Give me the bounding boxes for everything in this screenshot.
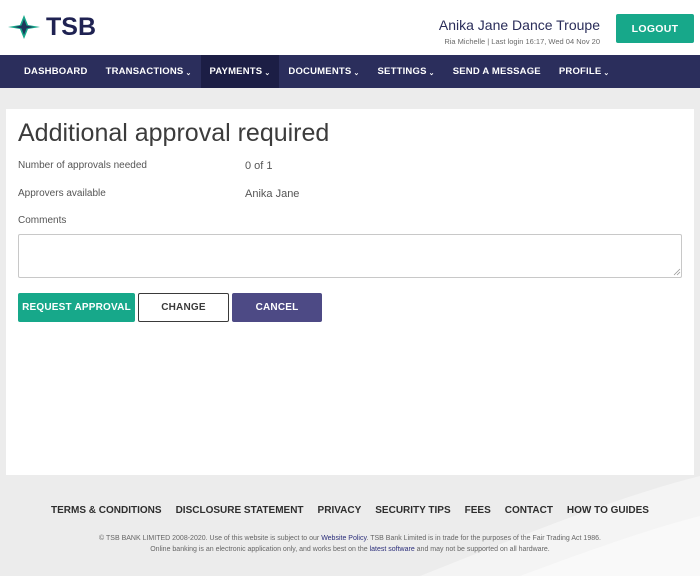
nav-item-label: SETTINGS: [377, 66, 427, 77]
latest-software-link[interactable]: latest software: [370, 546, 415, 553]
tsb-star-icon: [8, 15, 40, 39]
account-info: Anika Jane Dance Troupe Ria Michelle | L…: [439, 17, 600, 46]
change-button[interactable]: CHANGE: [138, 293, 229, 322]
footer-link-terms-conditions[interactable]: TERMS & CONDITIONS: [44, 505, 169, 516]
approvers-label: Approvers available: [18, 188, 106, 199]
chevron-down-icon: ⌄: [353, 69, 360, 77]
nav-item-label: SEND A MESSAGE: [452, 66, 541, 77]
footer-link-privacy[interactable]: PRIVACY: [311, 505, 369, 516]
nav-item-label: DASHBOARD: [24, 66, 88, 77]
nav-item-label: DOCUMENTS: [288, 66, 352, 77]
cancel-button[interactable]: CANCEL: [232, 293, 322, 322]
resize-grip-icon[interactable]: [673, 268, 681, 276]
chevron-down-icon: ⌄: [603, 69, 610, 77]
nav-item-transactions[interactable]: TRANSACTIONS ⌄: [97, 55, 201, 88]
legal-text: Online banking is an electronic applicat…: [150, 546, 370, 553]
tsb-logo[interactable]: TSB: [6, 12, 96, 42]
request-approval-button[interactable]: REQUEST APPROVAL: [18, 293, 135, 322]
nav-item-label: PAYMENTS: [209, 66, 263, 77]
footer-legal: © TSB BANK LIMITED 2008-2020. Use of thi…: [0, 533, 700, 555]
chevron-down-icon: ⌄: [264, 69, 271, 77]
chevron-down-icon: ⌄: [185, 69, 192, 77]
comments-label: Comments: [18, 215, 67, 226]
approvals-needed-value: 0 of 1: [245, 160, 273, 172]
nav-item-profile[interactable]: PROFILE ⌄: [550, 55, 619, 88]
footer-link-how-to-guides[interactable]: HOW TO GUIDES: [560, 505, 656, 516]
approvers-value: Anika Jane: [245, 188, 300, 200]
nav-item-label: TRANSACTIONS: [105, 66, 184, 77]
chevron-down-icon: ⌄: [428, 69, 435, 77]
legal-text: © TSB BANK LIMITED 2008-2020. Use of thi…: [99, 535, 322, 542]
header: TSB Anika Jane Dance Troupe Ria Michelle…: [0, 0, 700, 55]
nav-item-dashboard[interactable]: DASHBOARD: [15, 55, 97, 88]
legal-text: and may not be supported on all hardware…: [414, 546, 550, 553]
legal-line-1: © TSB BANK LIMITED 2008-2020. Use of thi…: [0, 533, 700, 544]
legal-line-2: Online banking is an electronic applicat…: [0, 544, 700, 555]
footer-link-contact[interactable]: CONTACT: [498, 505, 560, 516]
nav-item-label: PROFILE: [558, 66, 602, 77]
website-policy-link[interactable]: Website Policy: [321, 535, 366, 542]
main-nav: DASHBOARD TRANSACTIONS ⌄ PAYMENTS ⌄ DOCUMENTS…: [0, 55, 700, 88]
footer-link-fees[interactable]: FEES: [458, 505, 498, 516]
page-title: Additional approval required: [18, 119, 330, 147]
legal-text: . TSB Bank Limited is in trade for the p…: [366, 535, 601, 542]
footer-swoosh-graphic: [420, 476, 700, 576]
last-login-text: Ria Michelle | Last login 16:17, Wed 04 …: [444, 37, 600, 46]
approvals-needed-label: Number of approvals needed: [18, 160, 147, 171]
nav-item-send-a-message[interactable]: SEND A MESSAGE: [444, 55, 550, 88]
logout-button[interactable]: LOGOUT: [616, 14, 694, 43]
nav-item-settings[interactable]: SETTINGS ⌄: [369, 55, 444, 88]
nav-item-documents[interactable]: DOCUMENTS ⌄: [279, 55, 368, 88]
logo-text: TSB: [46, 12, 96, 41]
footer-background: [0, 476, 700, 576]
nav-item-payments[interactable]: PAYMENTS ⌄: [200, 55, 280, 88]
footer-link-security-tips[interactable]: SECURITY TIPS: [368, 505, 457, 516]
footer-links: TERMS & CONDITIONS DISCLOSURE STATEMENT PR…: [0, 505, 700, 516]
footer-link-disclosure-statement[interactable]: DISCLOSURE STATEMENT: [169, 505, 311, 516]
account-name: Anika Jane Dance Troupe: [438, 17, 600, 33]
comments-textarea[interactable]: [18, 234, 682, 278]
approval-card: Additional approval required Number of a…: [6, 109, 694, 475]
